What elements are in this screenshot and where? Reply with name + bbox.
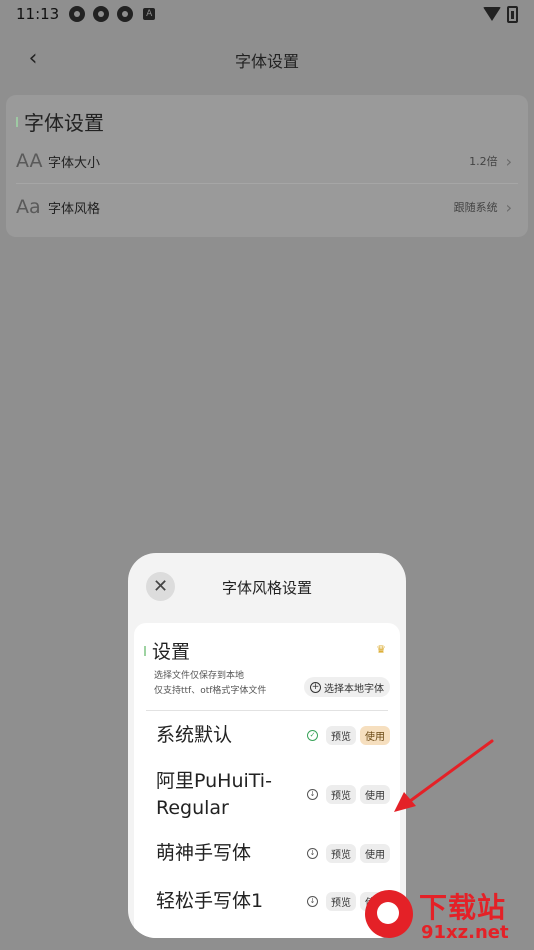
chevron-right-icon: › (505, 197, 512, 217)
wifi-icon (483, 7, 501, 21)
app-icon (69, 6, 86, 22)
preview-button[interactable]: 预览 (326, 844, 356, 863)
preview-button[interactable]: 预览 (326, 892, 356, 911)
font-size-icon: AA (16, 150, 43, 172)
watermark-text: 下载站 (419, 891, 507, 924)
desc-line-2: 仅支持ttf、otf格式字体文件 (154, 686, 267, 696)
font-style-sheet: ✕ 字体风格设置 设置 ♛ 选择文件仅保存到本地 仅支持ttf、otf格式字体文… (128, 553, 406, 938)
font-actions: ↓ 预览 使用 (307, 844, 390, 863)
font-name: 轻松手写体1 (156, 890, 264, 912)
title-accent-bar (16, 116, 18, 127)
download-icon: ↓ (307, 896, 318, 907)
status-time: 11:13 (16, 5, 60, 23)
select-local-font-label: 选择本地字体 (324, 683, 384, 695)
use-button[interactable]: 使用 (360, 785, 390, 804)
card-title: 字体设置 (16, 107, 104, 136)
font-actions: ✓ 预览 使用 (307, 726, 390, 745)
watermark-logo-icon (365, 890, 413, 938)
page-title: 字体设置 (234, 52, 299, 71)
status-bar: 11:13 A (0, 0, 534, 28)
chevron-right-icon: › (505, 151, 512, 171)
font-settings-card: 字体设置 AA 字体大小 1.2倍 › Aa 字体风格 跟随系统 › (6, 95, 528, 237)
font-item-alibaba-puhuiti: 阿里PuHuiTi-Regular ↓ 预览 使用 (134, 765, 400, 825)
crown-icon: ♛ (376, 643, 386, 656)
sheet-title: 字体风格设置 (221, 579, 312, 597)
font-name: 萌神手写体 (156, 842, 252, 864)
use-button[interactable]: 使用 (360, 844, 390, 863)
app-icon (93, 6, 110, 22)
plus-circle-icon: + (310, 681, 321, 693)
watermark-url: 91xz.net (421, 922, 509, 943)
font-name: 阿里PuHuiTi-Regular (156, 770, 272, 819)
font-actions: ↓ 预览 使用 (307, 785, 390, 804)
app-icon (117, 6, 134, 22)
font-style-label: 字体风格 (48, 201, 101, 217)
check-circle-icon: ✓ (307, 730, 318, 741)
font-size-value: 1.2倍 (469, 155, 498, 168)
a-icon: A (143, 8, 156, 20)
font-name: 系统默认 (156, 724, 233, 746)
back-button[interactable]: ‹ (20, 46, 46, 72)
title-accent-bar (144, 645, 146, 656)
download-icon: ↓ (307, 848, 318, 859)
font-item-mengshen: 萌神手写体 ↓ 预览 使用 (134, 837, 400, 871)
preview-button[interactable]: 预览 (326, 726, 356, 745)
section-title: 设置 (144, 637, 190, 664)
preview-button[interactable]: 预览 (326, 785, 356, 804)
desc-line-1: 选择文件仅保存到本地 (154, 671, 245, 681)
app-header: ‹ 字体设置 (0, 40, 534, 80)
font-style-value: 跟随系统 (453, 201, 498, 214)
font-size-row[interactable]: AA 字体大小 1.2倍 › (6, 139, 528, 183)
select-local-font-button[interactable]: + 选择本地字体 (304, 677, 390, 697)
font-style-row[interactable]: Aa 字体风格 跟随系统 › (6, 185, 528, 229)
download-icon: ↓ (307, 789, 318, 800)
battery-icon (507, 5, 518, 23)
row-divider (16, 183, 518, 184)
font-item-system-default: 系统默认 ✓ 预览 使用 (134, 719, 400, 753)
font-style-icon: Aa (16, 196, 41, 218)
section-title-text: 设置 (152, 641, 191, 663)
upload-description: 选择文件仅保存到本地 仅支持ttf、otf格式字体文件 (154, 669, 266, 699)
font-size-label: 字体大小 (48, 155, 101, 171)
watermark: 下载站 91xz.net (355, 882, 534, 950)
section-divider (146, 710, 388, 711)
use-button[interactable]: 使用 (360, 726, 390, 745)
card-title-text: 字体设置 (24, 111, 104, 135)
annotation-arrow-icon (394, 739, 494, 812)
status-right (483, 5, 518, 23)
